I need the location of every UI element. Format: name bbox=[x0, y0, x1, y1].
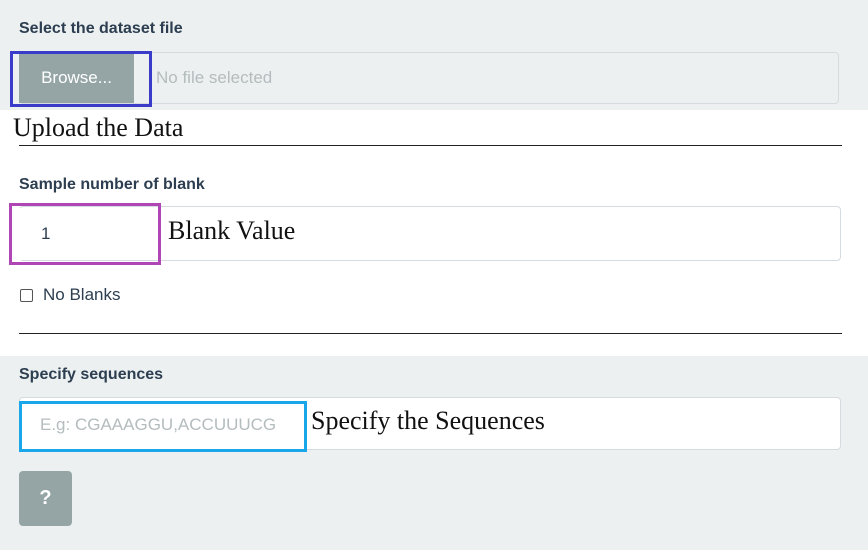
upload-divider bbox=[19, 145, 842, 146]
file-status-text: No file selected bbox=[156, 68, 273, 87]
dataset-file-label: Select the dataset file bbox=[19, 20, 183, 37]
help-button[interactable]: ? bbox=[19, 471, 72, 526]
browse-button[interactable]: Browse... bbox=[19, 53, 134, 103]
upload-annotation: Upload the Data bbox=[13, 113, 184, 142]
blank-number-label: Sample number of blank bbox=[19, 176, 205, 193]
sequence-annotation: Specify the Sequences bbox=[311, 406, 545, 435]
file-input-group[interactable] bbox=[19, 52, 839, 104]
help-icon: ? bbox=[39, 487, 52, 509]
no-blanks-option[interactable]: No Blanks bbox=[20, 285, 120, 305]
sequence-input[interactable] bbox=[22, 404, 302, 446]
blank-divider bbox=[19, 333, 842, 334]
no-blanks-label: No Blanks bbox=[43, 285, 121, 304]
sequences-label: Specify sequences bbox=[19, 366, 164, 383]
blank-annotation: Blank Value bbox=[168, 216, 296, 245]
blank-number-input[interactable] bbox=[19, 208, 153, 260]
no-blanks-checkbox[interactable] bbox=[20, 288, 33, 302]
